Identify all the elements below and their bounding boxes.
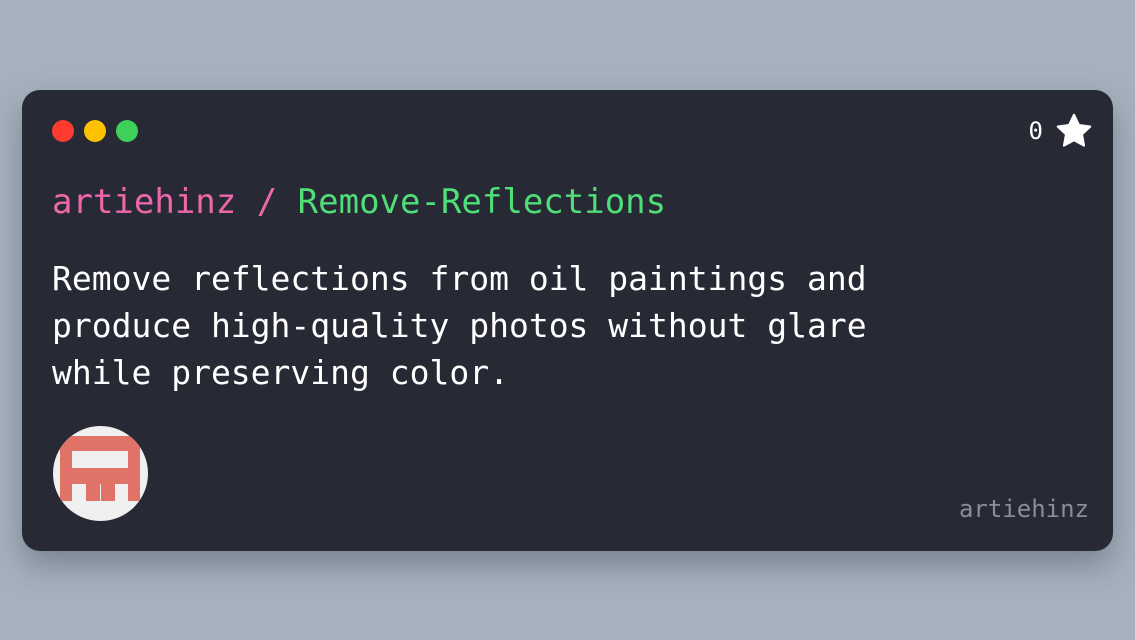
window-controls — [52, 120, 138, 142]
repo-name[interactable]: Remove-Reflections — [298, 182, 666, 222]
close-dot-icon — [52, 120, 74, 142]
repo-title[interactable]: artiehinz / Remove-Reflections — [52, 182, 666, 223]
repo-separator: / — [236, 182, 298, 222]
repo-description: Remove reflections from oil paintings an… — [52, 259, 867, 392]
repo-owner[interactable]: artiehinz — [52, 182, 236, 222]
star-icon — [1055, 112, 1093, 150]
star-counter: 0 — [1029, 112, 1093, 150]
maximize-dot-icon — [116, 120, 138, 142]
avatar[interactable] — [53, 426, 148, 521]
identicon-avatar-icon — [60, 436, 140, 501]
owner-username[interactable]: artiehinz — [959, 495, 1089, 523]
repo-card: 0 artiehinz / Remove-Reflections Remove … — [22, 90, 1113, 551]
star-count: 0 — [1028, 117, 1043, 145]
minimize-dot-icon — [84, 120, 106, 142]
